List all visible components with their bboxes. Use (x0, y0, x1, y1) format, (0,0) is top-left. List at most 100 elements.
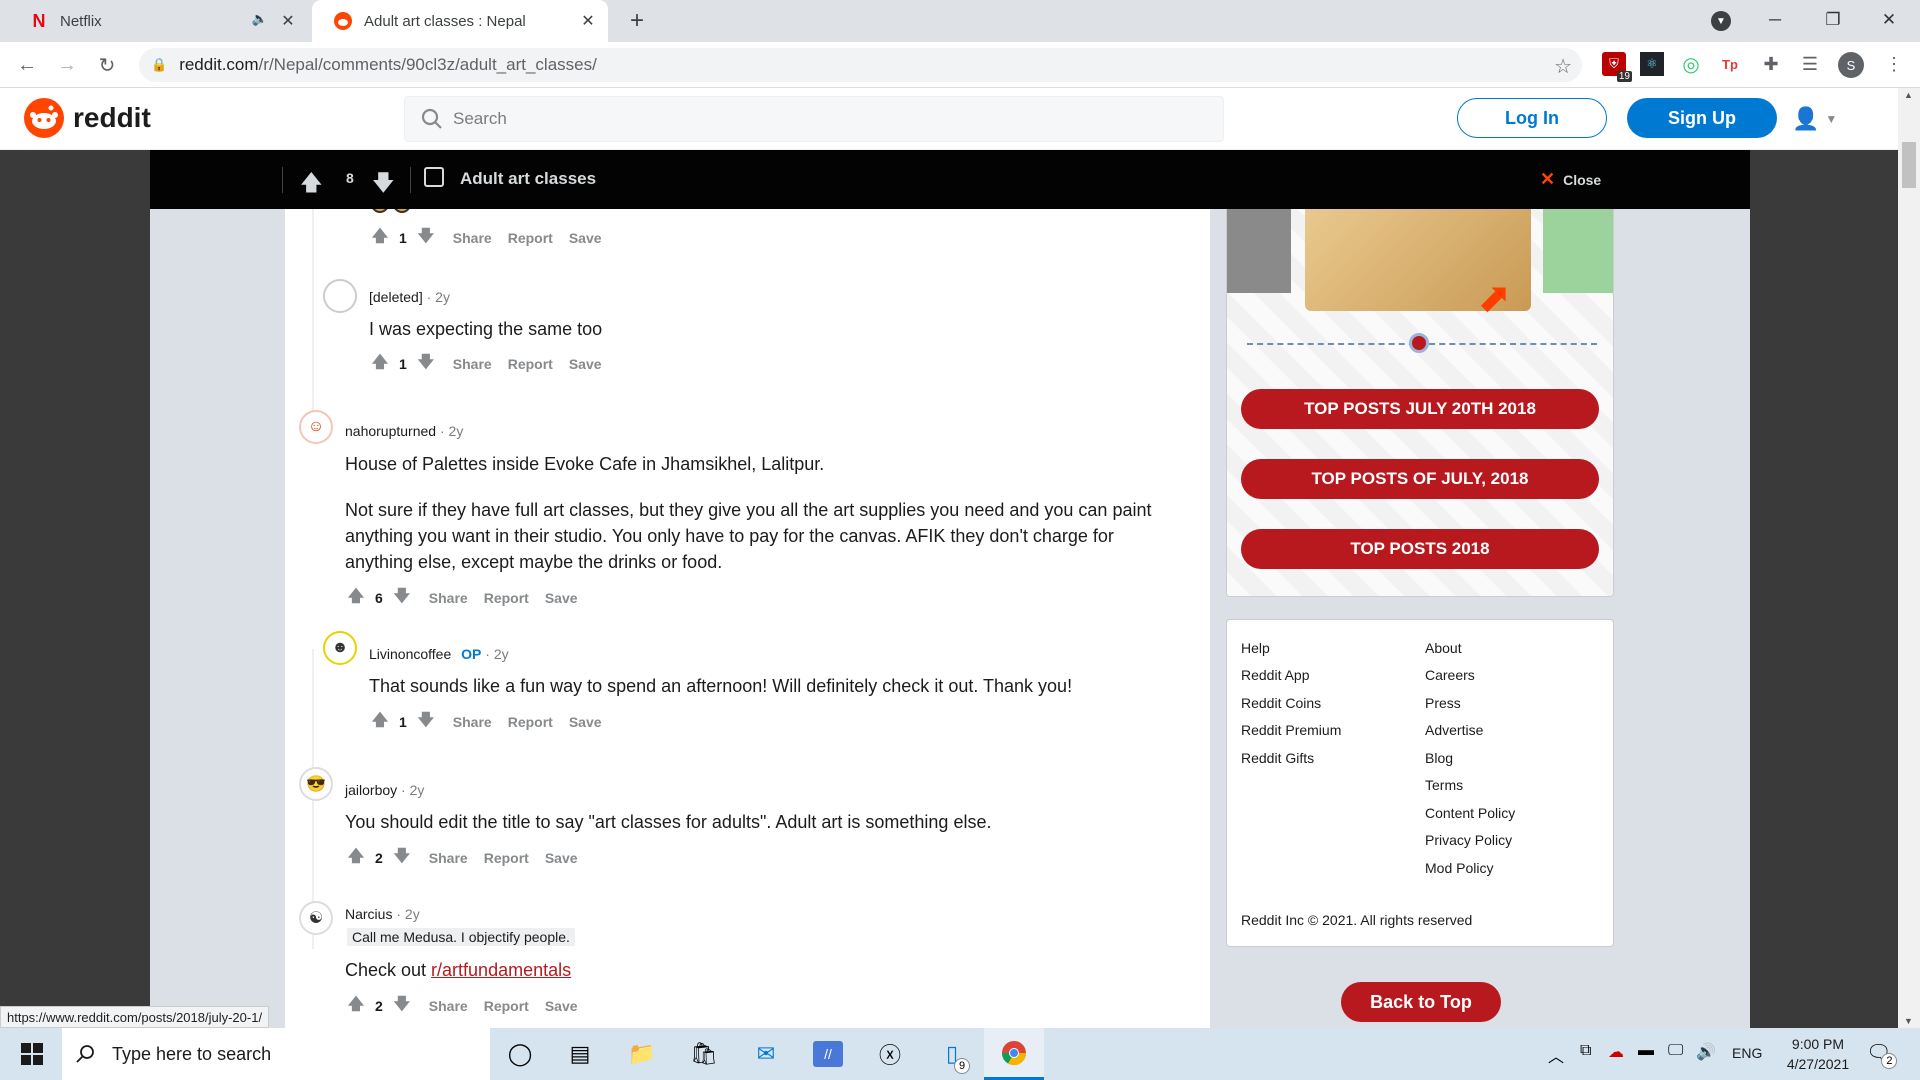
react-devtools-icon[interactable]: ⚛ (1640, 52, 1664, 76)
upvote-icon[interactable]: 🡅 (369, 351, 391, 378)
tray-icon[interactable]: ⧉ (1580, 1042, 1591, 1060)
reddit-logo[interactable]: reddit (24, 98, 151, 138)
downvote-icon[interactable]: 🡇 (415, 351, 437, 378)
upvote-icon[interactable]: 🡅 (300, 166, 323, 204)
comment-author[interactable]: Narcius (345, 906, 392, 922)
reload-icon[interactable]: ↻ (92, 50, 122, 80)
reddit-search-input[interactable]: Search (404, 96, 1224, 142)
footer-link-terms[interactable]: Terms (1425, 777, 1463, 793)
save-button[interactable]: Save (545, 590, 578, 606)
save-button[interactable]: Save (569, 356, 602, 372)
footer-link-advertise[interactable]: Advertise (1425, 722, 1483, 738)
upvote-icon[interactable]: 🡅 (345, 993, 367, 1020)
top-posts-year-button[interactable]: TOP POSTS 2018 (1241, 529, 1599, 569)
carousel-dot[interactable] (1409, 333, 1429, 353)
store-icon[interactable]: 🛍 (674, 1028, 734, 1080)
downvote-icon[interactable]: 🡇 (415, 225, 437, 252)
signup-button[interactable]: Sign Up (1627, 98, 1777, 138)
phone-app-icon[interactable]: ▯ 9 (922, 1028, 982, 1080)
scrollbar-thumb[interactable] (1902, 142, 1916, 188)
upvote-icon[interactable]: 🡅 (345, 845, 367, 872)
downvote-icon[interactable]: 🡇 (391, 845, 413, 872)
footer-link-mod-policy[interactable]: Mod Policy (1425, 860, 1493, 876)
windows-start-icon[interactable] (2, 1028, 62, 1080)
kebab-menu-icon[interactable]: ⋮ (1882, 52, 1906, 76)
taskbar-search-box[interactable]: Type here to search (62, 1028, 490, 1080)
downvote-icon[interactable]: 🡇 (391, 585, 413, 612)
share-button[interactable]: Share (429, 590, 468, 606)
tab-reddit[interactable]: Adult art classes : Nepal ✕ (312, 0, 608, 42)
top-posts-month-button[interactable]: TOP POSTS OF JULY, 2018 (1241, 459, 1599, 499)
scroll-up-arrow-icon[interactable]: ▲ (1904, 90, 1913, 100)
footer-link-about[interactable]: About (1425, 640, 1462, 656)
forward-icon[interactable]: → (52, 50, 82, 80)
page-scrollbar[interactable]: ▲ ▼ (1898, 88, 1920, 1028)
save-button[interactable]: Save (545, 850, 578, 866)
downvote-icon[interactable]: 🡇 (372, 166, 395, 204)
comment-author[interactable]: jailorboy (345, 782, 397, 798)
upvote-icon[interactable]: 🡅 (369, 709, 391, 736)
show-hidden-icons-chevron[interactable]: ︿ (1548, 1043, 1564, 1067)
new-tab-button[interactable]: + (624, 7, 650, 34)
bookmark-star-icon[interactable]: ☆ (1554, 54, 1572, 79)
extension-ring-icon[interactable]: ◎ (1679, 52, 1703, 76)
notification-center-icon[interactable]: 🗨 2 (1866, 1040, 1898, 1069)
battery-icon[interactable]: ▬ (1638, 1042, 1654, 1060)
report-button[interactable]: Report (508, 714, 553, 730)
comment-author[interactable]: nahorupturned (345, 423, 436, 439)
footer-link-press[interactable]: Press (1425, 695, 1461, 711)
comment-author[interactable]: Livinoncoffee (369, 646, 451, 662)
downvote-icon[interactable]: 🡇 (391, 993, 413, 1020)
chrome-icon[interactable] (984, 1028, 1044, 1080)
share-button[interactable]: Share (429, 998, 468, 1014)
speaker-icon[interactable]: 🔈 (252, 11, 268, 27)
upvote-icon[interactable]: 🡅 (369, 225, 391, 252)
top-posts-day-button[interactable]: TOP POSTS JULY 20TH 2018 (1241, 389, 1599, 429)
close-post-button[interactable]: ✕ Close (1540, 169, 1601, 190)
language-indicator[interactable]: ENG (1732, 1045, 1762, 1061)
address-bar[interactable]: 🔒 reddit.com/r/Nepal/comments/90cl3z/adu… (139, 48, 1582, 82)
restore-button[interactable]: ❐ (1810, 0, 1856, 40)
comment-author[interactable]: [deleted] (369, 289, 423, 305)
extension-shield-icon[interactable]: ⛨ 19 (1602, 52, 1632, 82)
volume-icon[interactable]: 🔊 (1696, 1042, 1716, 1062)
scroll-down-arrow-icon[interactable]: ▼ (1904, 1016, 1913, 1026)
clock[interactable]: 9:00 PM 4/27/2021 (1776, 1034, 1860, 1074)
share-button[interactable]: Share (453, 230, 492, 246)
footer-link-content-policy[interactable]: Content Policy (1425, 805, 1515, 821)
save-button[interactable]: Save (545, 998, 578, 1014)
report-button[interactable]: Report (508, 356, 553, 372)
minimize-button[interactable]: ─ (1752, 0, 1798, 40)
share-button[interactable]: Share (429, 850, 468, 866)
share-button[interactable]: Share (453, 356, 492, 372)
login-button[interactable]: Log In (1457, 98, 1607, 138)
save-button[interactable]: Save (569, 230, 602, 246)
tab-search-icon[interactable]: ▼ (1711, 11, 1731, 31)
extensions-puzzle-icon[interactable]: ✚ (1759, 52, 1783, 76)
footer-link-reddit-premium[interactable]: Reddit Premium (1241, 722, 1341, 738)
footer-link-reddit-coins[interactable]: Reddit Coins (1241, 695, 1321, 711)
footer-link-reddit-gifts[interactable]: Reddit Gifts (1241, 750, 1314, 766)
footer-link-careers[interactable]: Careers (1425, 667, 1475, 683)
report-button[interactable]: Report (484, 998, 529, 1014)
task-view-icon[interactable]: ▤ (550, 1028, 610, 1080)
back-icon[interactable]: ← (12, 50, 42, 80)
downvote-icon[interactable]: 🡇 (415, 709, 437, 736)
tab-netflix[interactable]: N Netflix 🔈 ✕ (8, 0, 308, 42)
app-icon[interactable]: // (798, 1028, 858, 1080)
back-to-top-button[interactable]: Back to Top (1341, 982, 1501, 1022)
file-explorer-icon[interactable]: 📁 (612, 1028, 672, 1080)
network-icon[interactable]: 🖵 (1668, 1042, 1683, 1060)
close-window-button[interactable]: ✕ (1866, 0, 1912, 40)
extension-tp-icon[interactable]: Tp (1718, 52, 1742, 76)
cortana-icon[interactable]: ◯ (490, 1028, 550, 1080)
footer-link-privacy-policy[interactable]: Privacy Policy (1425, 832, 1512, 848)
mail-icon[interactable]: ✉ (736, 1028, 796, 1080)
report-button[interactable]: Report (484, 850, 529, 866)
tray-extension-icon[interactable]: ☁ (1608, 1042, 1624, 1062)
close-tab-icon[interactable]: ✕ (278, 11, 298, 31)
report-button[interactable]: Report (508, 230, 553, 246)
subreddit-link[interactable]: r/artfundamentals (431, 960, 571, 980)
footer-link-help[interactable]: Help (1241, 640, 1270, 656)
save-button[interactable]: Save (569, 714, 602, 730)
